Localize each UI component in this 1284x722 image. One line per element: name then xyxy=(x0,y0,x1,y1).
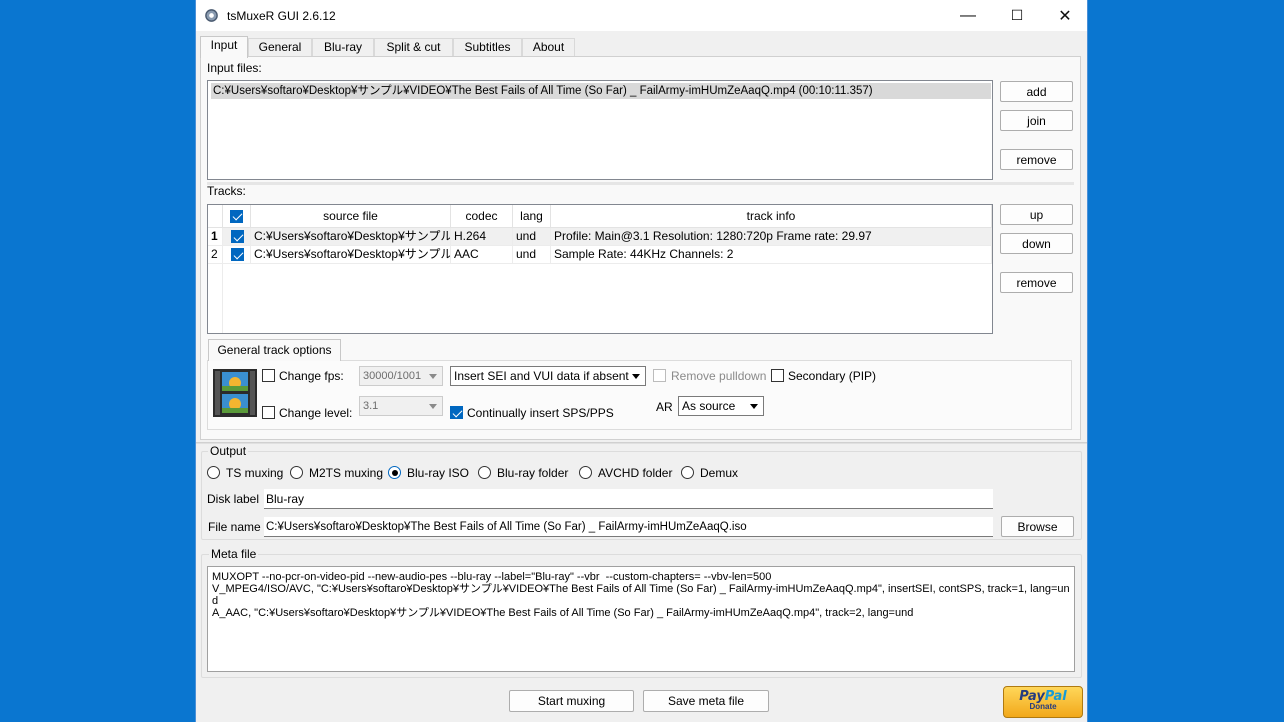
continually-insert-label: Continually insert SPS/PPS xyxy=(467,406,614,420)
ar-select[interactable]: As source xyxy=(678,396,764,416)
row-number: 1 xyxy=(208,228,223,246)
disk-label-input[interactable]: Blu-ray xyxy=(264,489,993,509)
add-button[interactable]: add xyxy=(1000,81,1073,102)
ts-muxing-label: TS muxing xyxy=(226,466,284,480)
input-files-list[interactable]: C:¥Users¥softaro¥Desktop¥サンプル¥VIDEO¥The … xyxy=(207,80,993,180)
blu-ray-iso-label: Blu-ray ISO xyxy=(407,466,470,480)
join-button[interactable]: join xyxy=(1000,110,1073,131)
continually-insert-checkbox[interactable] xyxy=(450,406,463,419)
radio-m2ts-muxing[interactable] xyxy=(290,466,303,479)
app-gear-icon xyxy=(205,9,218,22)
chevron-down-icon xyxy=(429,374,437,379)
donate-label: Donate xyxy=(1029,702,1057,711)
sei-value: Insert SEI and VUI data if absent xyxy=(454,369,629,383)
codec-header[interactable]: codec xyxy=(451,205,513,228)
chevron-down-icon xyxy=(429,404,437,409)
tracks-table[interactable]: source file codec lang track info 1 C:¥U… xyxy=(207,204,993,334)
chevron-down-icon xyxy=(632,374,640,379)
remove-pulldown-label: Remove pulldown xyxy=(671,369,767,383)
secondary-pip-label: Secondary (PIP) xyxy=(788,369,877,383)
radio-blu-ray-iso[interactable] xyxy=(388,466,401,479)
title-bar: tsMuxeR GUI 2.6.12 — ☐ ✕ xyxy=(196,0,1087,31)
save-meta-file-button[interactable]: Save meta file xyxy=(643,690,769,712)
input-files-label: Input files: xyxy=(207,61,262,75)
input-file-item[interactable]: C:¥Users¥softaro¥Desktop¥サンプル¥VIDEO¥The … xyxy=(211,83,991,99)
ar-label: AR xyxy=(656,400,673,414)
track-lang: und xyxy=(513,246,551,264)
track-info: Profile: Main@3.1 Resolution: 1280:720p … xyxy=(551,228,992,246)
radio-demux[interactable] xyxy=(681,466,694,479)
select-all-checkbox[interactable] xyxy=(230,209,243,223)
source-file-header[interactable]: source file xyxy=(251,205,451,228)
meta-file-text[interactable]: MUXOPT --no-pcr-on-video-pid --new-audio… xyxy=(207,566,1075,672)
lang-header[interactable]: lang xyxy=(513,205,551,228)
change-fps-label: Change fps: xyxy=(279,369,344,383)
track-codec: AAC xyxy=(451,246,513,264)
tab-about[interactable]: About xyxy=(522,38,575,57)
select-all-header[interactable] xyxy=(223,205,251,228)
window-title: tsMuxeR GUI 2.6.12 xyxy=(227,9,336,23)
fps-value: 30000/1001 xyxy=(363,370,422,382)
avchd-folder-label: AVCHD folder xyxy=(598,466,673,480)
file-name-label: File name xyxy=(208,520,261,534)
radio-blu-ray-folder[interactable] xyxy=(478,466,491,479)
radio-avchd-folder[interactable] xyxy=(579,466,592,479)
change-level-checkbox[interactable] xyxy=(262,406,275,419)
tab-general[interactable]: General xyxy=(248,38,312,57)
secondary-pip-checkbox[interactable] xyxy=(771,369,784,382)
change-fps-checkbox[interactable] xyxy=(262,369,275,382)
row-header-divider xyxy=(222,264,223,333)
paypal-donate-button[interactable]: PayPal Donate xyxy=(1003,686,1083,718)
splitter[interactable] xyxy=(207,182,1074,185)
track-checkbox[interactable] xyxy=(231,248,244,261)
track-lang: und xyxy=(513,228,551,246)
tab-subtitles[interactable]: Subtitles xyxy=(453,38,522,57)
change-level-label: Change level: xyxy=(279,406,353,420)
tab-input[interactable]: Input xyxy=(200,36,248,58)
output-label: Output xyxy=(208,444,249,458)
up-button[interactable]: up xyxy=(1000,204,1073,225)
track-info-header[interactable]: track info xyxy=(551,205,992,228)
remove-file-button[interactable]: remove xyxy=(1000,149,1073,170)
row-number: 2 xyxy=(208,246,223,264)
close-icon[interactable]: ✕ xyxy=(1042,0,1088,31)
start-muxing-button[interactable]: Start muxing xyxy=(509,690,634,712)
radio-ts-muxing[interactable] xyxy=(207,466,220,479)
tab-blu-ray[interactable]: Blu-ray xyxy=(312,38,374,57)
tracks-label: Tracks: xyxy=(207,184,246,198)
divider xyxy=(196,442,1087,444)
track-info: Sample Rate: 44KHz Channels: 2 xyxy=(551,246,992,264)
row-number-header xyxy=(208,205,223,228)
track-checkbox-cell[interactable] xyxy=(223,246,251,264)
maximize-icon[interactable]: ☐ xyxy=(994,0,1040,31)
meta-file-label: Meta file xyxy=(209,547,259,561)
remove-pulldown-checkbox xyxy=(653,369,666,382)
disk-label-label: Disk label xyxy=(207,492,260,506)
video-film-icon xyxy=(213,369,257,417)
track-source: C:¥Users¥softaro¥Desktop¥サンプル¥... xyxy=(251,228,451,246)
track-checkbox[interactable] xyxy=(231,230,244,243)
chevron-down-icon xyxy=(750,404,758,409)
ar-value: As source xyxy=(682,399,736,413)
remove-track-button[interactable]: remove xyxy=(1000,272,1073,293)
demux-label: Demux xyxy=(700,466,739,480)
file-name-input[interactable]: C:¥Users¥softaro¥Desktop¥The Best Fails … xyxy=(264,517,993,537)
down-button[interactable]: down xyxy=(1000,233,1073,254)
sei-select[interactable]: Insert SEI and VUI data if absent xyxy=(450,366,646,386)
track-codec: H.264 xyxy=(451,228,513,246)
browse-button[interactable]: Browse xyxy=(1001,516,1074,537)
tab-general-track-options[interactable]: General track options xyxy=(208,339,341,361)
fps-select: 30000/1001 xyxy=(359,366,443,386)
track-checkbox-cell[interactable] xyxy=(223,228,251,246)
level-select: 3.1 xyxy=(359,396,443,416)
blu-ray-folder-label: Blu-ray folder xyxy=(497,466,569,480)
track-source: C:¥Users¥softaro¥Desktop¥サンプル¥... xyxy=(251,246,451,264)
level-value: 3.1 xyxy=(363,400,379,412)
m2ts-muxing-label: M2TS muxing xyxy=(309,466,384,480)
minimize-icon[interactable]: — xyxy=(945,0,991,31)
tab-split-cut[interactable]: Split & cut xyxy=(374,38,453,57)
